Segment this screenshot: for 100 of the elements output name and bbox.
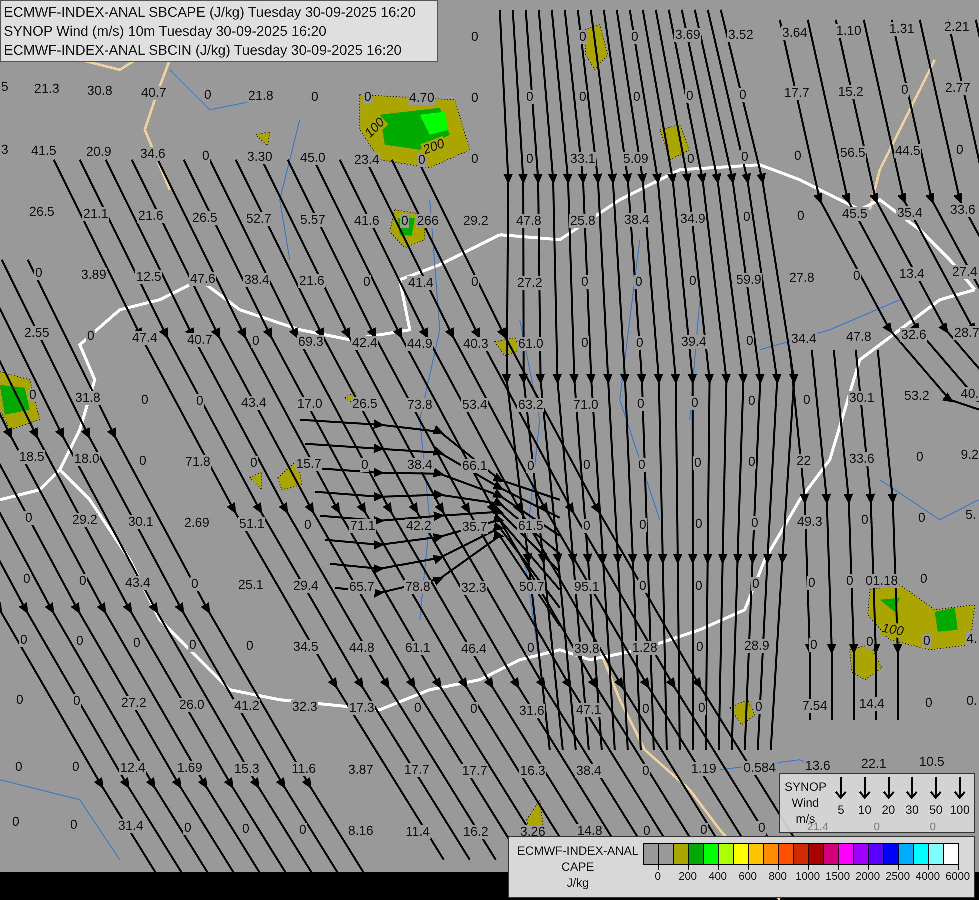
map-value: 266 — [416, 214, 440, 228]
map-value: 15.7 — [295, 457, 323, 471]
map-value: 01.18 — [864, 574, 900, 588]
map-value: 38.4 — [243, 273, 271, 287]
map-value: 0 — [750, 516, 760, 530]
map-value: 41.4 — [407, 276, 435, 290]
map-value: 49.3 — [796, 515, 824, 529]
map-value: 0 — [582, 519, 592, 533]
cape-core-area — [420, 112, 448, 135]
legend-title: SYNOP — [784, 779, 827, 795]
map-value: 21.6 — [137, 209, 165, 223]
wind-arrow-icon — [882, 776, 895, 800]
map-value: 10.5 — [918, 755, 946, 769]
map-value: 33.6 — [848, 452, 876, 466]
map-value: 44.8 — [348, 641, 376, 655]
map-value: 38.4 — [623, 213, 651, 227]
map-value: 0 — [19, 633, 29, 647]
map-value: 43.4 — [124, 576, 152, 590]
map-value: 0 — [86, 329, 96, 343]
map-value: 0 — [580, 336, 590, 350]
map-value: 31.8 — [74, 391, 102, 405]
map-value: 0 — [360, 458, 370, 472]
wind-arrow-icon — [858, 776, 871, 800]
map-value: 29.2 — [462, 214, 490, 228]
map-value: 1.31 — [888, 22, 916, 36]
scale-tick-label: 2000 — [856, 871, 880, 883]
map-value: 9.2 — [960, 448, 979, 462]
scale-tick-label: 1000 — [796, 871, 820, 883]
map-value: 0 — [928, 822, 938, 834]
map-value: 0 — [14, 760, 24, 774]
map-value: 3.87 — [347, 763, 375, 777]
legend-unit: J/kg — [566, 875, 589, 891]
map-value: 0 — [362, 275, 372, 289]
map-title: SYNOP Wind (m/s) 10m Tuesday 30-09-2025 16:20 — [4, 23, 328, 40]
cape-core-area — [0, 385, 30, 415]
map-value: 0 — [138, 454, 148, 468]
map-value: 11.4 — [404, 825, 432, 839]
map-value: 1.69 — [176, 761, 204, 775]
map-value: 15.3 — [233, 762, 261, 776]
map-value: 0 — [796, 209, 806, 223]
map-value: 0 — [241, 822, 251, 836]
map-value: 0 — [190, 577, 200, 591]
map-value: 0 — [140, 393, 150, 407]
map-value: 78.8 — [404, 580, 432, 594]
map-value: 5. — [964, 508, 978, 522]
map-value: 0 — [922, 634, 932, 648]
map-value: 33.6 — [949, 203, 977, 217]
map-value: 0 — [852, 269, 862, 283]
map-value: 0 — [363, 90, 373, 104]
map-value: 0 — [245, 639, 255, 653]
cape-area — [249, 471, 262, 491]
map-value: 0 — [417, 153, 427, 167]
map-value: 20.9 — [85, 145, 113, 159]
map-value: 53.4 — [461, 398, 489, 412]
map-value: 28.7 — [953, 326, 979, 340]
map-value: 0. — [966, 694, 978, 708]
map-value: 0 — [637, 458, 647, 472]
map-value: 2.69 — [183, 516, 211, 530]
scale-tick-label: 600 — [738, 871, 758, 883]
map-value: 53.2 — [903, 389, 931, 403]
map-value: 0 — [78, 574, 88, 588]
wind-arrow-icon — [954, 776, 966, 800]
map-value: 56.5 — [839, 146, 867, 160]
map-value: 0 — [470, 91, 480, 105]
map-value: 5 — [0, 80, 10, 94]
map-value: 18.5 — [18, 450, 46, 464]
map-value: 27.8 — [788, 271, 816, 285]
map-value: 0 — [251, 334, 261, 348]
map-value: 21.4 — [807, 822, 830, 834]
map-value: 32.3 — [291, 700, 319, 714]
map-value: 0 — [249, 456, 259, 470]
map-value: 40. — [960, 387, 979, 401]
map-value: 8.16 — [347, 824, 375, 838]
map-value: 0 — [638, 518, 648, 532]
map-value: 0 — [132, 636, 142, 650]
map-value: 0 — [699, 823, 709, 837]
map-value: 0 — [900, 83, 910, 97]
map-value: 0 — [757, 821, 767, 835]
map-value: 42.4 — [351, 336, 379, 350]
map-value: 27.2 — [120, 696, 148, 710]
map-value: 0 — [738, 88, 748, 102]
map-value: 0 — [686, 152, 696, 166]
map-value: 51.1 — [238, 517, 266, 531]
map-value: 35.4 — [896, 206, 924, 220]
map-value: 45.5 — [841, 207, 869, 221]
map-value: 3.64 — [781, 26, 809, 40]
map-value: 41.2 — [233, 699, 261, 713]
map-value: 45.0 — [299, 151, 327, 165]
scale-tick-label: 2500 — [886, 871, 910, 883]
map-value: 12.5 — [135, 270, 163, 284]
map-value: 0 — [751, 577, 761, 591]
map-value: 31.4 — [117, 819, 145, 833]
map-value: 28.9 — [743, 639, 771, 653]
map-value: 7.54 — [801, 699, 829, 713]
map-value: 21.1 — [82, 207, 110, 221]
wind-speed-label: 20 — [882, 802, 896, 818]
cape-area — [255, 131, 270, 147]
scale-tick-label: 4000 — [916, 871, 940, 883]
map-value: 0 — [695, 640, 705, 654]
map-value: 22 — [796, 454, 812, 468]
